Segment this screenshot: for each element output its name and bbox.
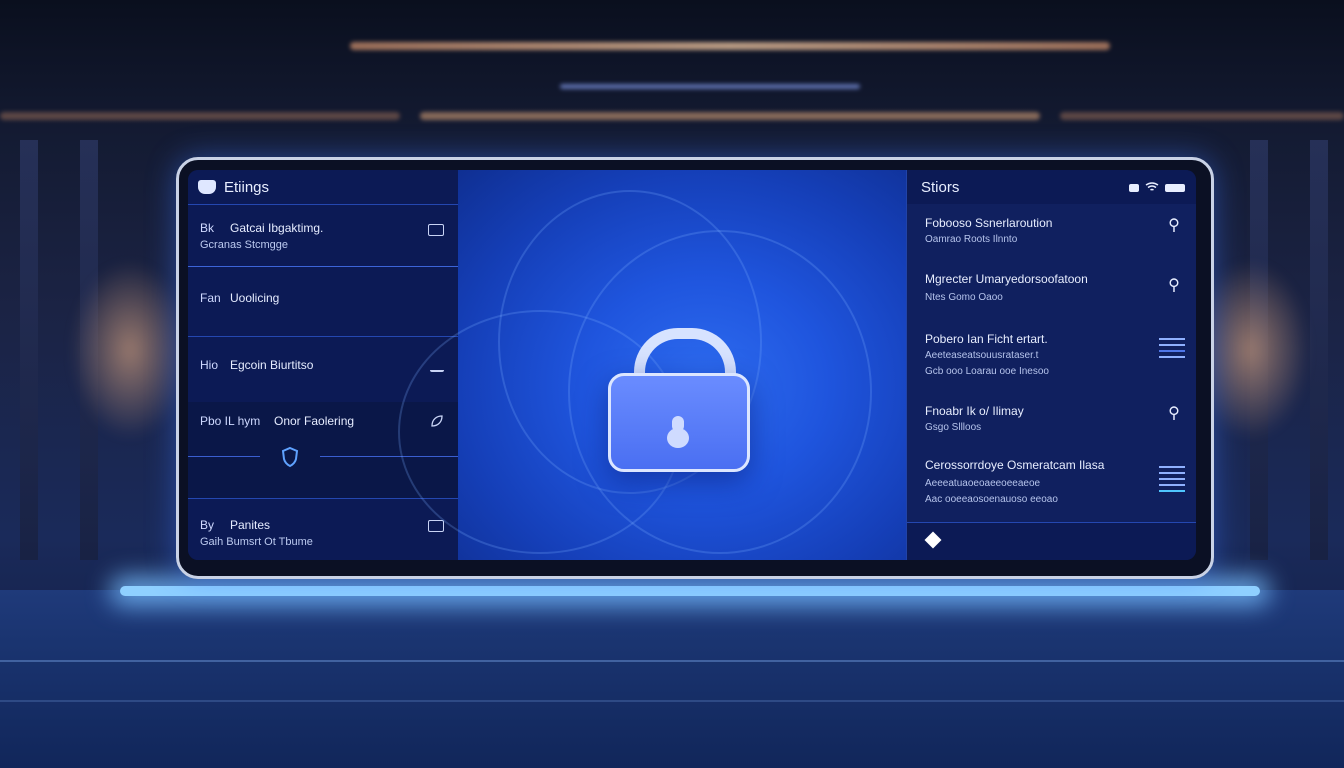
- item-subtitle: Gaih Bumsrt Ot Tbume: [200, 536, 313, 548]
- status-item[interactable]: Cerossorrdoye Osmeratcam Ilasa Aeeeatuao…: [907, 444, 1196, 523]
- shield-icon: [280, 446, 299, 468]
- ceiling-light: [560, 84, 860, 89]
- status-item-detail: Gcb ooo Loarau ooe Inesoo: [925, 366, 1049, 377]
- floor-line: [0, 700, 1344, 702]
- status-item[interactable]: Fobooso Ssnerlaroution Oamrao Roots Ilnn…: [907, 204, 1196, 261]
- status-item-label: Fnoabr Ik o/ Ilimay: [925, 404, 1024, 418]
- pin-icon: ⚲: [1168, 217, 1180, 234]
- divider: [188, 456, 260, 457]
- status-item[interactable]: Mgrecter Umaryedorsoofatoon Ntes Gomo Oa…: [907, 260, 1196, 319]
- status-item[interactable]: Pobero Ian Ficht ertart. Aeeteaseatsouus…: [907, 318, 1196, 391]
- diamond-icon[interactable]: [924, 531, 942, 549]
- stage-glow: [120, 586, 1260, 596]
- device-screen: Etiings Bk Gatcai Ibgaktimg. Gcranas Stc…: [188, 170, 1196, 560]
- window-glow: [70, 260, 190, 440]
- lock-hero-area: [398, 170, 906, 560]
- app-logo-icon: [198, 180, 216, 194]
- pin-icon: ⚲: [1168, 277, 1180, 294]
- list-icon: [1159, 338, 1185, 362]
- status-item-subtitle: Oamrao Roots Ilnnto: [925, 234, 1018, 245]
- ceiling-light: [0, 112, 400, 120]
- item-subtitle: Gcranas Stcmgge: [200, 239, 289, 251]
- status-item-detail: Aac ooeeaosoenauoso eeoao: [925, 494, 1058, 505]
- floor-line: [0, 660, 1344, 662]
- wifi-icon: [1145, 179, 1159, 196]
- status-icons: [1129, 179, 1185, 196]
- item-prefix: Hio: [200, 358, 219, 372]
- item-prefix: Fan: [200, 291, 221, 305]
- item-label: Onor Faolering: [274, 414, 355, 428]
- settings-header: Etiings: [188, 170, 458, 204]
- ceiling-light: [350, 42, 1110, 50]
- status-panel: Stiors Fobooso Ssnerlaroution Oamrao Roo…: [906, 170, 1196, 560]
- floor: [0, 590, 1344, 768]
- status-item-label: Pobero Ian Ficht ertart.: [925, 332, 1048, 346]
- pillar: [20, 140, 38, 560]
- settings-item[interactable]: Bk Gatcai Ibgaktimg. Gcranas Stcmgge: [188, 204, 458, 266]
- item-prefix: Bk: [200, 221, 215, 235]
- signal-icon: [1129, 183, 1139, 192]
- status-header: Stiors: [907, 170, 1196, 204]
- ceiling-light: [1060, 112, 1344, 120]
- keyhole-icon: [667, 416, 689, 448]
- item-label: Egcoin Biurtitso: [230, 358, 314, 372]
- settings-item[interactable]: By Panites Gaih Bumsrt Ot Tbume: [188, 498, 458, 560]
- settings-title: Etiings: [224, 178, 270, 196]
- pillar: [1310, 140, 1328, 560]
- lock-icon: [608, 328, 750, 472]
- settings-item[interactable]: Fan Uoolicing: [188, 266, 458, 336]
- bars-icon: [1159, 466, 1185, 496]
- status-item-subtitle: Aeeeatuaoeoaeeoeeaeoe: [925, 478, 1041, 489]
- battery-icon: [1165, 183, 1185, 192]
- status-item-label: Mgrecter Umaryedorsoofatoon: [925, 272, 1088, 286]
- item-label: Panites: [230, 518, 271, 532]
- status-item-label: Fobooso Ssnerlaroution: [925, 216, 1053, 230]
- status-item-subtitle: Gsgo Sllloos: [925, 422, 982, 433]
- list-icon: [428, 520, 444, 532]
- status-item-label: Cerossorrdoye Osmeratcam Ilasa: [925, 458, 1105, 472]
- pin-icon: ⚲: [1168, 405, 1180, 422]
- item-prefix: By: [200, 518, 215, 532]
- status-item[interactable]: Fnoabr Ik o/ Ilimay Gsgo Sllloos ⚲: [907, 390, 1196, 445]
- card-icon: [428, 224, 444, 236]
- lock-body: [608, 373, 750, 472]
- item-label: Uoolicing: [230, 291, 280, 305]
- settings-panel: Etiings Bk Gatcai Ibgaktimg. Gcranas Stc…: [188, 170, 459, 560]
- item-label: Gatcai Ibgaktimg.: [230, 221, 324, 235]
- ceiling-light: [420, 112, 1040, 120]
- status-item-subtitle: Aeeteaseatsouusrataser.t: [925, 350, 1039, 361]
- item-prefix: Pbo IL hym: [200, 414, 261, 428]
- status-title: Stiors: [921, 178, 960, 196]
- status-item-subtitle: Ntes Gomo Oaoo: [925, 292, 1003, 303]
